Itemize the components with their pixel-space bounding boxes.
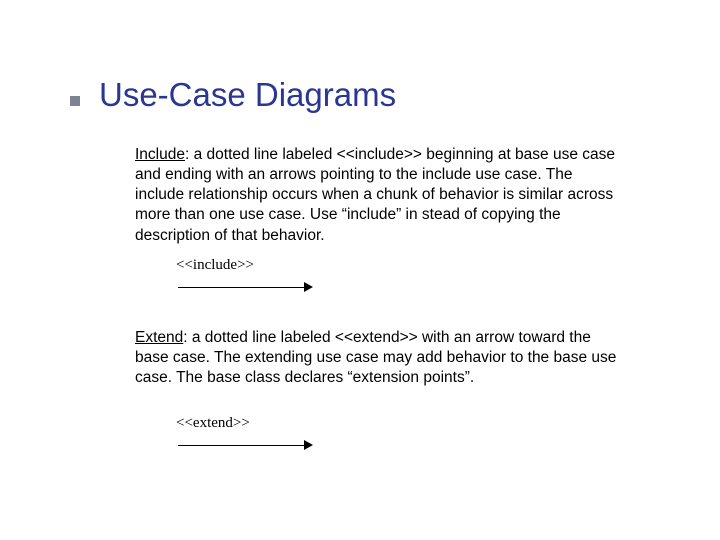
include-arrow-block: <<include>>	[176, 256, 625, 298]
extend-arrow-line	[178, 445, 308, 446]
page-title: Use-Case Diagrams	[99, 76, 396, 114]
title-bullet	[70, 96, 80, 106]
include-arrow-line	[178, 287, 308, 288]
extend-arrow-label: <<extend>>	[176, 414, 625, 434]
extend-paragraph: Extend: a dotted line labeled <<extend>>…	[135, 328, 625, 388]
include-text: : a dotted line labeled <<include>> begi…	[135, 146, 615, 244]
extend-label: Extend	[135, 329, 183, 346]
include-paragraph: Include: a dotted line labeled <<include…	[135, 145, 625, 246]
extend-arrow-block: <<extend>>	[176, 414, 625, 456]
include-arrow-label: <<include>>	[176, 256, 625, 276]
include-arrow-head-icon	[304, 282, 313, 292]
include-label: Include	[135, 146, 185, 163]
extend-text: : a dotted line labeled <<extend>> with …	[135, 329, 616, 386]
body-content: Include: a dotted line labeled <<include…	[135, 145, 625, 456]
extend-arrow-head-icon	[304, 440, 313, 450]
